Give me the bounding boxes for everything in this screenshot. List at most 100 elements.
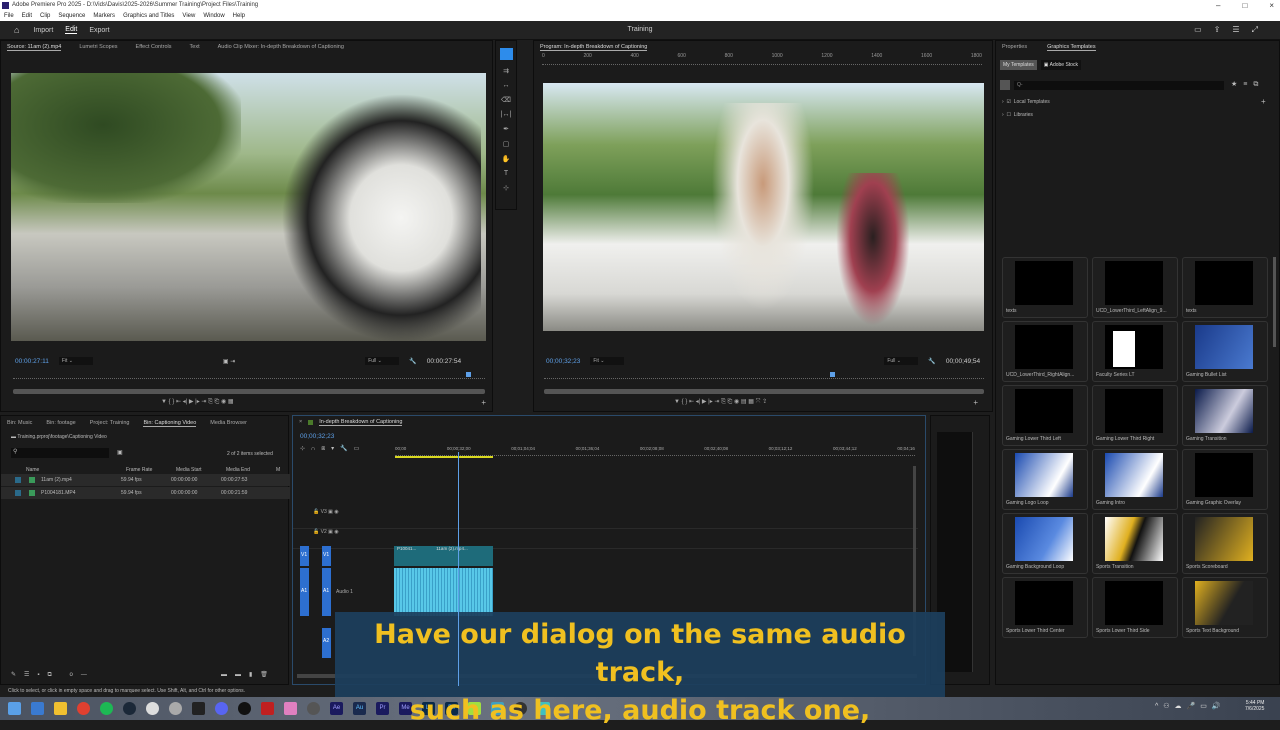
- row-checkbox[interactable]: [15, 490, 21, 496]
- source-transport-controls[interactable]: ▼ { } ⇤ ◂| ▶ |▸ ⇥ ⎘ ⎗ ◉ ▦: [161, 398, 234, 406]
- minimize-button[interactable]: –: [1216, 0, 1220, 11]
- selection-tool-icon[interactable]: [500, 48, 513, 60]
- spotify-icon[interactable]: [100, 702, 113, 715]
- tool-icons[interactable]: ⇉ ↔ ⌫ |↔| ✒ ▢ ✋ T ⊹: [496, 67, 516, 192]
- tab-graphics-templates[interactable]: Graphics Templates: [1047, 44, 1096, 51]
- slack-icon[interactable]: [146, 702, 159, 715]
- clock[interactable]: 5:44 PM 7/6/2025: [1245, 700, 1264, 712]
- program-playhead[interactable]: [830, 372, 835, 377]
- col-media-start[interactable]: Media Start: [176, 467, 226, 473]
- tab-lumetri[interactable]: Lumetri Scopes: [79, 44, 117, 50]
- template-toolbar-icons[interactable]: ★≡⧉: [1231, 80, 1264, 89]
- photos-icon[interactable]: [284, 702, 297, 715]
- template-item[interactable]: Gaming Lower Third Right: [1092, 385, 1178, 446]
- safe-margins-icon[interactable]: ▣ ⇥: [223, 358, 235, 365]
- menu-help[interactable]: Help: [233, 11, 245, 21]
- header-icons[interactable]: ▭⇪☰⤢: [1194, 25, 1270, 35]
- new-bin-icon[interactable]: ▣: [117, 449, 123, 456]
- menu-file[interactable]: File: [4, 11, 14, 21]
- track-target-a2[interactable]: A2: [322, 628, 331, 658]
- tab-effect-controls[interactable]: Effect Controls: [136, 44, 172, 50]
- source-timecode[interactable]: 00:00:27:11: [15, 358, 49, 365]
- video-clip[interactable]: P10041... 11am (2).mp4...: [394, 546, 493, 566]
- template-item[interactable]: Gaming Logo Loop: [1002, 449, 1088, 510]
- bin-actions-icons[interactable]: ▬▬▮🗑: [221, 671, 276, 678]
- steam-icon[interactable]: [123, 702, 136, 715]
- tab-source[interactable]: Source: 11am (2).mp4: [7, 44, 62, 51]
- source-quality-select[interactable]: Full ⌄: [365, 357, 400, 365]
- app-gray-icon[interactable]: [307, 702, 320, 715]
- template-item[interactable]: Sports Lower Third Side: [1092, 577, 1178, 638]
- work-area-bar[interactable]: [395, 456, 493, 458]
- menu-markers[interactable]: Markers: [93, 11, 115, 21]
- menu-sequence[interactable]: Sequence: [58, 11, 85, 21]
- source-time-ruler[interactable]: [13, 372, 485, 379]
- timeline-ruler[interactable]: 00;00 00;00;32;00 00;01;04;04 00;01;36;04 00…: [395, 446, 915, 456]
- bin-footer-icons[interactable]: ✎☰▪⧉ o—: [11, 671, 95, 679]
- template-item[interactable]: texts: [1182, 257, 1268, 318]
- template-item[interactable]: Sports Text Background: [1182, 577, 1268, 638]
- maximize-button[interactable]: □: [1242, 0, 1247, 11]
- program-quality-select[interactable]: Full ⌄: [884, 357, 919, 365]
- app-red-icon[interactable]: [261, 702, 274, 715]
- add-button-icon[interactable]: +: [481, 398, 486, 407]
- adobe-stock-tab[interactable]: ▣ Adobe Stock: [1040, 60, 1081, 70]
- col-media-end[interactable]: Media End: [226, 467, 276, 473]
- tab-bin-captioning[interactable]: Bin: Captioning Video: [143, 420, 197, 427]
- menu-view[interactable]: View: [182, 11, 195, 21]
- obs-icon[interactable]: [169, 702, 182, 715]
- templates-search-input[interactable]: Q-: [1014, 81, 1224, 90]
- source-patch-a1[interactable]: A1: [300, 568, 309, 616]
- track-target-v1[interactable]: V1: [322, 546, 331, 566]
- tab-bin-music[interactable]: Bin: Music: [7, 420, 32, 426]
- menu-window[interactable]: Window: [203, 11, 224, 21]
- bin-row[interactable]: P1004181.MP4 59.94 fps 00:00:00:00 00:00:21…: [1, 487, 290, 499]
- col-name[interactable]: Name: [26, 467, 126, 473]
- template-item[interactable]: Gaming Transition: [1182, 385, 1268, 446]
- system-tray-icons[interactable]: ^⚇☁🎤▭🔊: [1155, 702, 1226, 710]
- menu-edit[interactable]: Edit: [22, 11, 32, 21]
- program-title[interactable]: Program: In-depth Breakdown of Captionin…: [540, 44, 648, 51]
- timeline-close-icon[interactable]: ×: [299, 419, 302, 425]
- program-timecode[interactable]: 00;00;32;23: [546, 358, 580, 365]
- close-button[interactable]: ×: [1269, 0, 1274, 11]
- template-item[interactable]: Sports Lower Third Center: [1002, 577, 1088, 638]
- tab-media-browser[interactable]: Media Browser: [210, 420, 247, 426]
- tree-libraries[interactable]: › ☐ Libraries: [1002, 112, 1033, 118]
- add-button-icon[interactable]: +: [973, 398, 978, 407]
- chrome-icon[interactable]: [77, 702, 90, 715]
- timeline-timecode[interactable]: 00;00;32;23: [300, 433, 334, 440]
- program-fit-select[interactable]: Fit ⌄: [590, 357, 625, 365]
- discord-icon[interactable]: [215, 702, 228, 715]
- bin-row[interactable]: 11am (2).mp4 59.94 fps 00:00:00:00 00:00:27…: [1, 474, 290, 486]
- row-checkbox[interactable]: [15, 477, 21, 483]
- tab-audio-clip-mixer[interactable]: Audio Clip Mixer: In-depth Breakdown of …: [218, 44, 344, 50]
- wrench-icon[interactable]: 🔧: [928, 358, 935, 365]
- menu-clip[interactable]: Clip: [40, 11, 50, 21]
- source-patch-v1[interactable]: V1: [300, 546, 309, 566]
- file-explorer-icon[interactable]: [54, 702, 67, 715]
- timeline-title[interactable]: In-depth Breakdown of Captioning: [319, 419, 403, 426]
- template-item[interactable]: texts: [1002, 257, 1088, 318]
- source-zoom-scrollbar[interactable]: [13, 389, 485, 394]
- col-more[interactable]: M: [276, 467, 280, 473]
- filter-icon[interactable]: [1000, 80, 1010, 90]
- tab-bin-footage[interactable]: Bin: footage: [46, 420, 75, 426]
- audio-clip[interactable]: [394, 568, 493, 616]
- template-item[interactable]: Gaming Lower Third Left: [1002, 385, 1088, 446]
- program-zoom-scrollbar[interactable]: [544, 389, 984, 394]
- tree-local-templates[interactable]: › ☑ Local Templates: [1002, 99, 1050, 105]
- timeline-tool-icons[interactable]: ⊹∩⧈▾🔧▭: [300, 445, 365, 453]
- start-icon[interactable]: [8, 702, 21, 715]
- menu-graphics[interactable]: Graphics and Titles: [123, 11, 174, 21]
- wrench-icon[interactable]: 🔧: [409, 358, 416, 365]
- source-playhead[interactable]: [466, 372, 472, 377]
- logitech-icon[interactable]: [238, 702, 251, 715]
- program-time-ruler[interactable]: [544, 372, 984, 379]
- playhead[interactable]: [458, 452, 459, 686]
- add-template-icon[interactable]: +: [1261, 97, 1266, 106]
- template-item[interactable]: Sports Scoreboard: [1182, 513, 1268, 574]
- templates-scrollbar[interactable]: [1273, 257, 1276, 347]
- widgets-icon[interactable]: [31, 702, 44, 715]
- source-fit-select[interactable]: Fit ⌄: [58, 357, 93, 365]
